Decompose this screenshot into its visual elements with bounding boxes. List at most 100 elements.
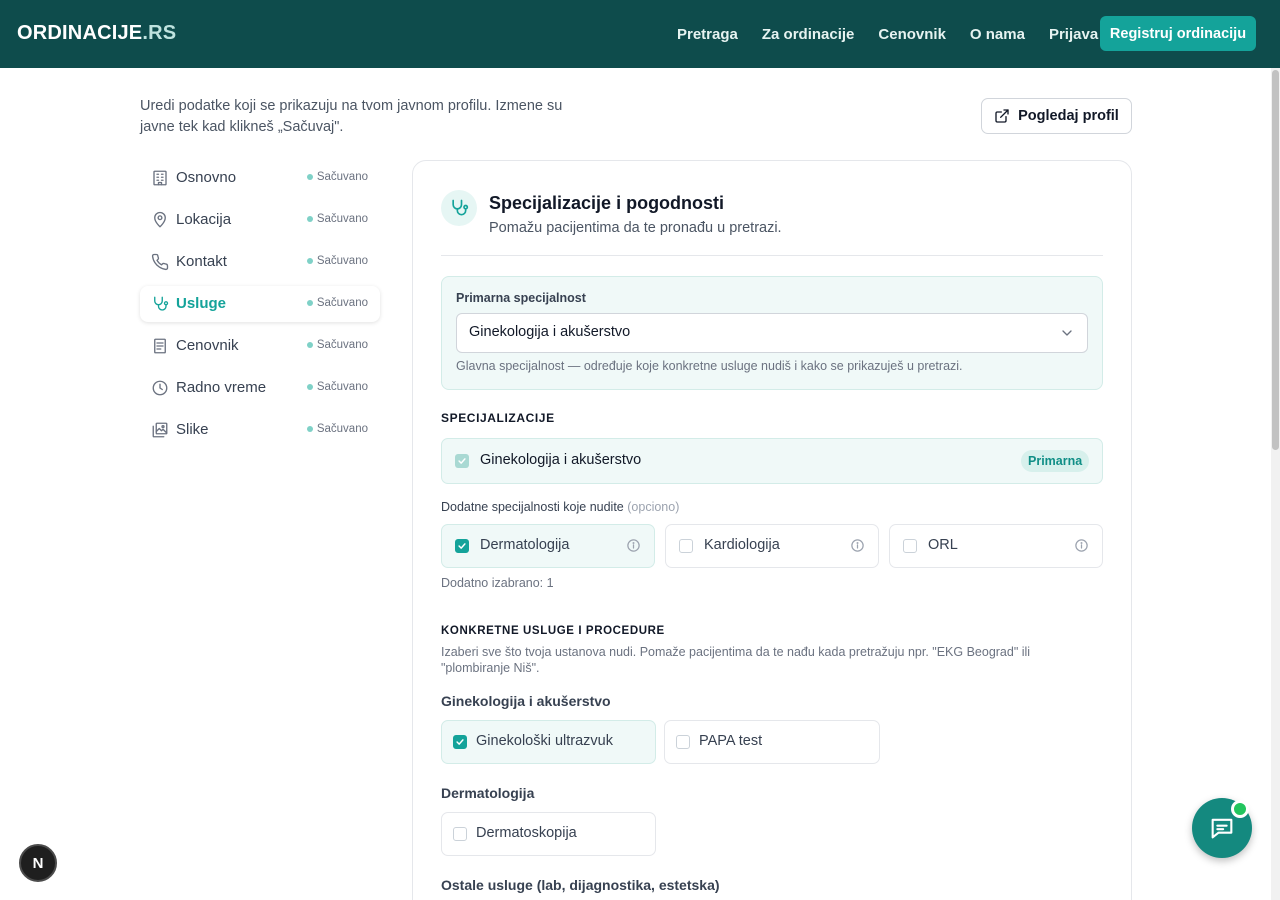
status-dot (306, 258, 313, 264)
sidebar-item-label: Kontakt (176, 253, 227, 270)
stethoscope-icon (452, 199, 469, 216)
document-icon (154, 338, 166, 354)
status-dot (306, 300, 313, 306)
status-saved: Sačuvano (306, 171, 368, 183)
check-icon (458, 543, 466, 549)
dev-tools-badge[interactable]: N (19, 844, 57, 882)
section-divider (441, 255, 1103, 256)
sidebar-item-slike[interactable]: Slike Sačuvano (140, 412, 380, 448)
nav-link-o-nama[interactable]: O nama (970, 26, 1025, 43)
sidebar-item-kontakt[interactable]: Kontakt Sačuvano (140, 244, 380, 280)
status-text: Sačuvano (316, 423, 368, 435)
info-icon[interactable] (1074, 538, 1089, 553)
section-subtitle: Pomažu pacijentima da te pronađu u pretr… (489, 220, 782, 236)
check-icon (456, 739, 464, 745)
external-link-icon (995, 109, 1009, 123)
service-group-title: Ostale usluge (lab, dijagnostika, estets… (441, 877, 720, 893)
specialty-option-label: Kardiologija (704, 537, 780, 553)
view-profile-button[interactable]: Pogledaj profil (981, 98, 1132, 134)
chevron-down-icon (1062, 330, 1072, 336)
service-checkbox[interactable] (676, 735, 690, 749)
additional-specialties-label: Dodatne specijalnosti koje nudite (opcio… (441, 500, 679, 514)
view-profile-label: Pogledaj profil (1018, 108, 1119, 124)
logo-ext: .RS (142, 22, 177, 44)
primary-specialty-value: Ginekologija i akušerstvo (469, 324, 631, 340)
status-saved: Sačuvano (306, 339, 368, 351)
nav-link-za-ordinacije[interactable]: Za ordinacije (762, 26, 855, 43)
primary-specialty-label: Primarna specijalnost (456, 291, 586, 305)
service-option-papa-test[interactable] (664, 720, 880, 764)
section-title: Specijalizacije i pogodnosti (489, 193, 725, 213)
specialty-option-label: Dermatologija (480, 537, 570, 553)
services-description: Izaberi sve što tvoja ustanova nudi. Pom… (441, 645, 1031, 675)
service-group-title: Ginekologija i akušerstvo (441, 693, 611, 709)
sidebar-item-label: Usluge (176, 295, 227, 312)
services-heading: KONKRETNE USLUGE I PROCEDURE (441, 625, 665, 637)
primary-specialization-checkbox (455, 454, 469, 468)
status-text: Sačuvano (316, 255, 368, 267)
status-saved: Sačuvano (306, 423, 368, 435)
sidebar-item-osnovno[interactable]: Osnovno Sačuvano (140, 160, 380, 196)
sidebar-item-label: Lokacija (176, 211, 232, 228)
status-text: Sačuvano (316, 213, 368, 225)
stethoscope-icon (154, 296, 169, 311)
specialty-option-orl[interactable] (889, 524, 1103, 568)
sidebar-item-label: Slike (176, 421, 209, 438)
sidebar-item-label: Cenovnik (176, 337, 239, 354)
service-checkbox[interactable] (453, 735, 467, 749)
nav-link-prijava[interactable]: Prijava (1049, 26, 1098, 43)
status-text: Sačuvano (316, 297, 368, 309)
building-icon (153, 170, 167, 186)
service-group-title: Dermatologija (441, 785, 535, 801)
intro-text: Uredi podatke koji se prikazuju na tvom … (140, 98, 563, 135)
service-option-label: PAPA test (699, 733, 763, 749)
status-text: Sačuvano (316, 171, 368, 183)
status-text: Sačuvano (316, 381, 368, 393)
status-dot (306, 174, 313, 180)
service-option-label: Ginekološki ultrazvuk (476, 733, 613, 749)
info-icon[interactable] (850, 538, 865, 553)
nav-link-pretraga[interactable]: Pretraga (677, 26, 738, 43)
site-logo[interactable]: ORDINACIJE.RS (17, 22, 176, 45)
status-dot (306, 342, 313, 348)
specialty-checkbox[interactable] (903, 539, 917, 553)
additional-count: Dodatno izabrano: 1 (441, 576, 554, 590)
online-status-dot (1231, 800, 1249, 818)
primary-specialty-help: Glavna specijalnost — određuje koje konk… (456, 359, 963, 373)
specialty-checkbox[interactable] (455, 539, 469, 553)
additional-specialties-text: Dodatne specijalnosti koje nudite (441, 500, 624, 514)
logo-main: ORDINACIJE (17, 22, 143, 44)
top-navbar: ORDINACIJE.RS Pretraga Za ordinacije Cen… (0, 0, 1280, 68)
clock-icon (152, 380, 168, 396)
specialty-option-label: ORL (928, 537, 958, 553)
specialty-checkbox[interactable] (679, 539, 693, 553)
main-nav: Pretraga Za ordinacije Cenovnik O nama P… (677, 0, 1122, 68)
section-icon-wrap (441, 190, 477, 226)
service-checkbox[interactable] (453, 827, 467, 841)
sidebar-item-cenovnik[interactable]: Cenovnik Sačuvano (140, 328, 380, 364)
register-clinic-button[interactable]: Registruj ordinaciju (1100, 16, 1256, 51)
phone-icon (151, 253, 169, 271)
primary-specialization-label: Ginekologija i akušerstvo (480, 452, 642, 468)
page-scrollbar-thumb[interactable] (1272, 70, 1279, 450)
primary-badge: Primarna (1021, 450, 1090, 472)
nav-link-cenovnik[interactable]: Cenovnik (878, 26, 946, 43)
map-pin-icon (154, 211, 166, 228)
sidebar-item-label: Radno vreme (176, 379, 267, 396)
sidebar-item-radno-vreme[interactable]: Radno vreme Sačuvano (140, 370, 380, 406)
status-saved: Sačuvano (306, 255, 368, 267)
sidebar-item-lokacija[interactable]: Lokacija Sačuvano (140, 202, 380, 238)
info-icon[interactable] (626, 538, 641, 553)
chat-icon (1211, 818, 1233, 839)
check-icon (458, 458, 466, 464)
status-saved: Sačuvano (306, 213, 368, 225)
specializations-heading: SPECIJALIZACIJE (441, 411, 555, 425)
status-dot (306, 216, 313, 222)
sidebar-item-label: Osnovno (176, 169, 237, 186)
sidebar-item-usluge[interactable]: Usluge Sačuvano (140, 286, 380, 322)
status-saved: Sačuvano (306, 381, 368, 393)
optional-hint: (opciono) (627, 500, 680, 514)
status-dot (306, 426, 313, 432)
images-icon (152, 422, 168, 438)
status-text: Sačuvano (316, 339, 368, 351)
